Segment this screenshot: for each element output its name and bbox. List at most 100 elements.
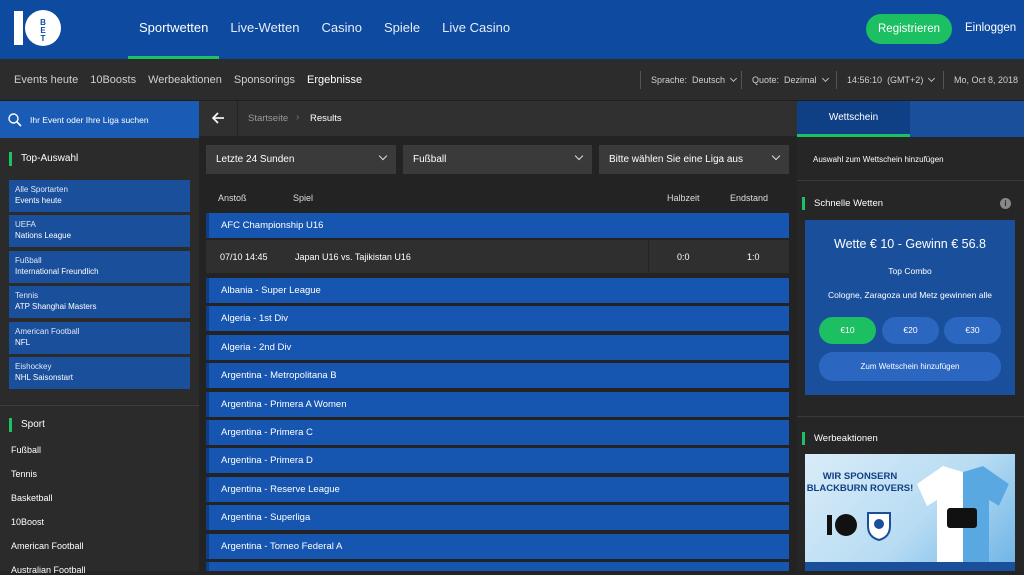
odds-format-select[interactable]: Quote: Dezimal [752, 59, 829, 101]
divider [648, 240, 649, 273]
stake-20-button[interactable]: €20 [882, 317, 939, 344]
sport-heading: Sport [9, 418, 45, 432]
quick-bets-heading: Schnelle Wetten [802, 197, 883, 210]
10bet-logo[interactable]: B E T [14, 9, 62, 47]
divider [640, 71, 641, 89]
top-item-uefa[interactable]: UEFA Nations League [9, 215, 190, 247]
back-arrow-icon[interactable] [211, 111, 225, 128]
sport-item-australian-football[interactable]: Australian Football [11, 565, 86, 575]
column-game: Spiel [293, 193, 314, 203]
sub-nav-bar: Events heute 10Boosts Werbeaktionen Spon… [0, 59, 1024, 101]
register-button[interactable]: Registrieren [866, 14, 952, 44]
nav-sportwetten[interactable]: Sportwetten [128, 0, 220, 59]
breadcrumb-home[interactable]: Startseite [248, 113, 288, 124]
league-row-expanded[interactable]: AFC Championship U16 [206, 213, 789, 238]
match-time: 07/10 14:45 [220, 252, 268, 262]
period-dropdown[interactable]: Letzte 24 Sunden [206, 145, 396, 174]
info-icon[interactable]: i [1000, 198, 1011, 209]
breadcrumb-separator: › [296, 112, 300, 123]
sport-item-basketball[interactable]: Basketball [11, 493, 53, 503]
svg-text:T: T [41, 34, 46, 43]
league-row[interactable]: Argentina - Reserve League [206, 477, 789, 502]
top-item-eishockey[interactable]: Eishockey NHL Saisonstart [9, 357, 190, 389]
tab-wettschein[interactable]: Wettschein [797, 101, 910, 137]
language-label: Sprache: [651, 75, 688, 85]
quick-bet-type: Top Combo [888, 266, 932, 276]
results-panel: Startseite › Results Letzte 24 Sunden Fu… [199, 101, 797, 571]
odds-value: Dezimal [784, 75, 817, 85]
sport-item-american-football[interactable]: American Football [11, 541, 84, 551]
10bet-logo [827, 514, 857, 536]
chevron-down-icon [821, 74, 829, 83]
subnav-10boosts[interactable]: 10Boosts [84, 74, 142, 86]
chevron-down-icon [730, 74, 738, 83]
clock-time: 14:56:10 [847, 75, 883, 85]
top-header: B E T Sportwetten Live-Wetten Casino Spi… [0, 0, 1024, 59]
stake-10-button[interactable]: €10 [819, 317, 876, 344]
search-input[interactable]: Ihr Event oder Ihre Liga suchen [0, 101, 199, 138]
league-row[interactable]: Argentina - Torneo Federal A [206, 534, 789, 559]
nav-live-casino[interactable]: Live Casino [431, 0, 521, 59]
league-row[interactable]: Albania - Super League [206, 278, 789, 303]
quick-bet-description: Cologne, Zaragoza und Metz gewinnen alle [828, 290, 992, 300]
divider [797, 180, 1024, 181]
betslip-panel: Wettschein Auswahl zum Wettschein hinzuf… [797, 101, 1024, 571]
subnav-events-heute[interactable]: Events heute [8, 74, 84, 86]
promotions-heading: Werbeaktionen [802, 432, 878, 445]
add-to-betslip-button[interactable]: Zum Wettschein hinzufügen [819, 352, 1001, 381]
column-final: Endstand [730, 193, 769, 203]
sport-dropdown[interactable]: Fußball [403, 145, 592, 174]
top-item-event: NHL Saisonstart [15, 373, 73, 382]
top-item-sport: American Football [15, 327, 80, 336]
promo-footer [805, 562, 1015, 571]
top-item-sport: Alle Sportarten [15, 185, 68, 194]
login-link[interactable]: Einloggen [965, 22, 1016, 34]
top-item-fussball[interactable]: Fußball International Freundlich [9, 251, 190, 283]
stake-30-button[interactable]: €30 [944, 317, 1001, 344]
sport-item-10boost[interactable]: 10Boost [11, 517, 44, 527]
top-item-sport: Tennis [15, 291, 39, 300]
jersey-image [917, 466, 1009, 564]
chevron-down-icon [928, 74, 936, 83]
clock-timezone: (GMT+2) [887, 75, 924, 85]
top-item-american-football[interactable]: American Football NFL [9, 322, 190, 354]
top-item-event: International Freundlich [15, 267, 99, 276]
league-value: Bitte wählen Sie eine Liga aus [609, 154, 743, 165]
match-halftime-score: 0:0 [677, 252, 690, 262]
nav-live-wetten[interactable]: Live-Wetten [219, 0, 310, 59]
sub-nav: Events heute 10Boosts Werbeaktionen Spon… [8, 59, 368, 101]
betslip-tabs: Wettschein [797, 101, 1024, 137]
sport-item-fussball[interactable]: Fußball [11, 445, 41, 455]
league-row[interactable]: Argentina - Primera A Women [206, 392, 789, 417]
top-item-alle-sportarten[interactable]: Alle Sportarten Events heute [9, 180, 190, 212]
match-teams: Japan U16 vs. Tajikistan U16 [295, 252, 411, 262]
nav-spiele[interactable]: Spiele [373, 0, 431, 59]
subnav-werbeaktionen[interactable]: Werbeaktionen [142, 74, 228, 86]
league-row[interactable]: Algeria - 2nd Div [206, 335, 789, 360]
top-item-tennis[interactable]: Tennis ATP Shanghai Masters [9, 286, 190, 318]
club-crest-icon [867, 512, 891, 542]
sport-item-tennis[interactable]: Tennis [11, 469, 37, 479]
date-text: Mo, Oct 8, 2018 [954, 75, 1019, 85]
league-row[interactable]: Argentina - Primera C [206, 420, 789, 445]
language-select[interactable]: Sprache: Deutsch [651, 59, 738, 101]
quick-bet-headline: Wette € 10 - Gewinn € 56.8 [834, 237, 986, 251]
league-row[interactable]: Argentina - Superliga [206, 505, 789, 530]
promo-banner[interactable]: WIR SPONSERN BLACKBURN ROVERS! [805, 454, 1015, 571]
league-row[interactable]: Algeria - 1st Div [206, 306, 789, 331]
search-placeholder: Ihr Event oder Ihre Liga suchen [30, 114, 149, 125]
league-row[interactable]: Argentina - Metropolitana B [206, 363, 789, 388]
league-row-partial[interactable] [206, 562, 789, 571]
league-row[interactable]: Argentina - Primera D [206, 448, 789, 473]
match-row[interactable]: 07/10 14:45 Japan U16 vs. Tajikistan U16… [206, 240, 789, 273]
breadcrumb-current: Results [310, 113, 342, 124]
subnav-ergebnisse[interactable]: Ergebnisse [301, 74, 368, 86]
nav-casino[interactable]: Casino [311, 0, 373, 59]
subnav-sponsorings[interactable]: Sponsorings [228, 74, 301, 86]
current-date: Mo, Oct 8, 2018 [954, 59, 1018, 101]
top-item-event: Events heute [15, 196, 62, 205]
clock[interactable]: 14:56:10 (GMT+2) [847, 59, 936, 101]
quick-bet-card: Wette € 10 - Gewinn € 56.8 Top Combo Col… [805, 220, 1015, 395]
league-dropdown[interactable]: Bitte wählen Sie eine Liga aus [599, 145, 789, 174]
divider [741, 71, 742, 89]
